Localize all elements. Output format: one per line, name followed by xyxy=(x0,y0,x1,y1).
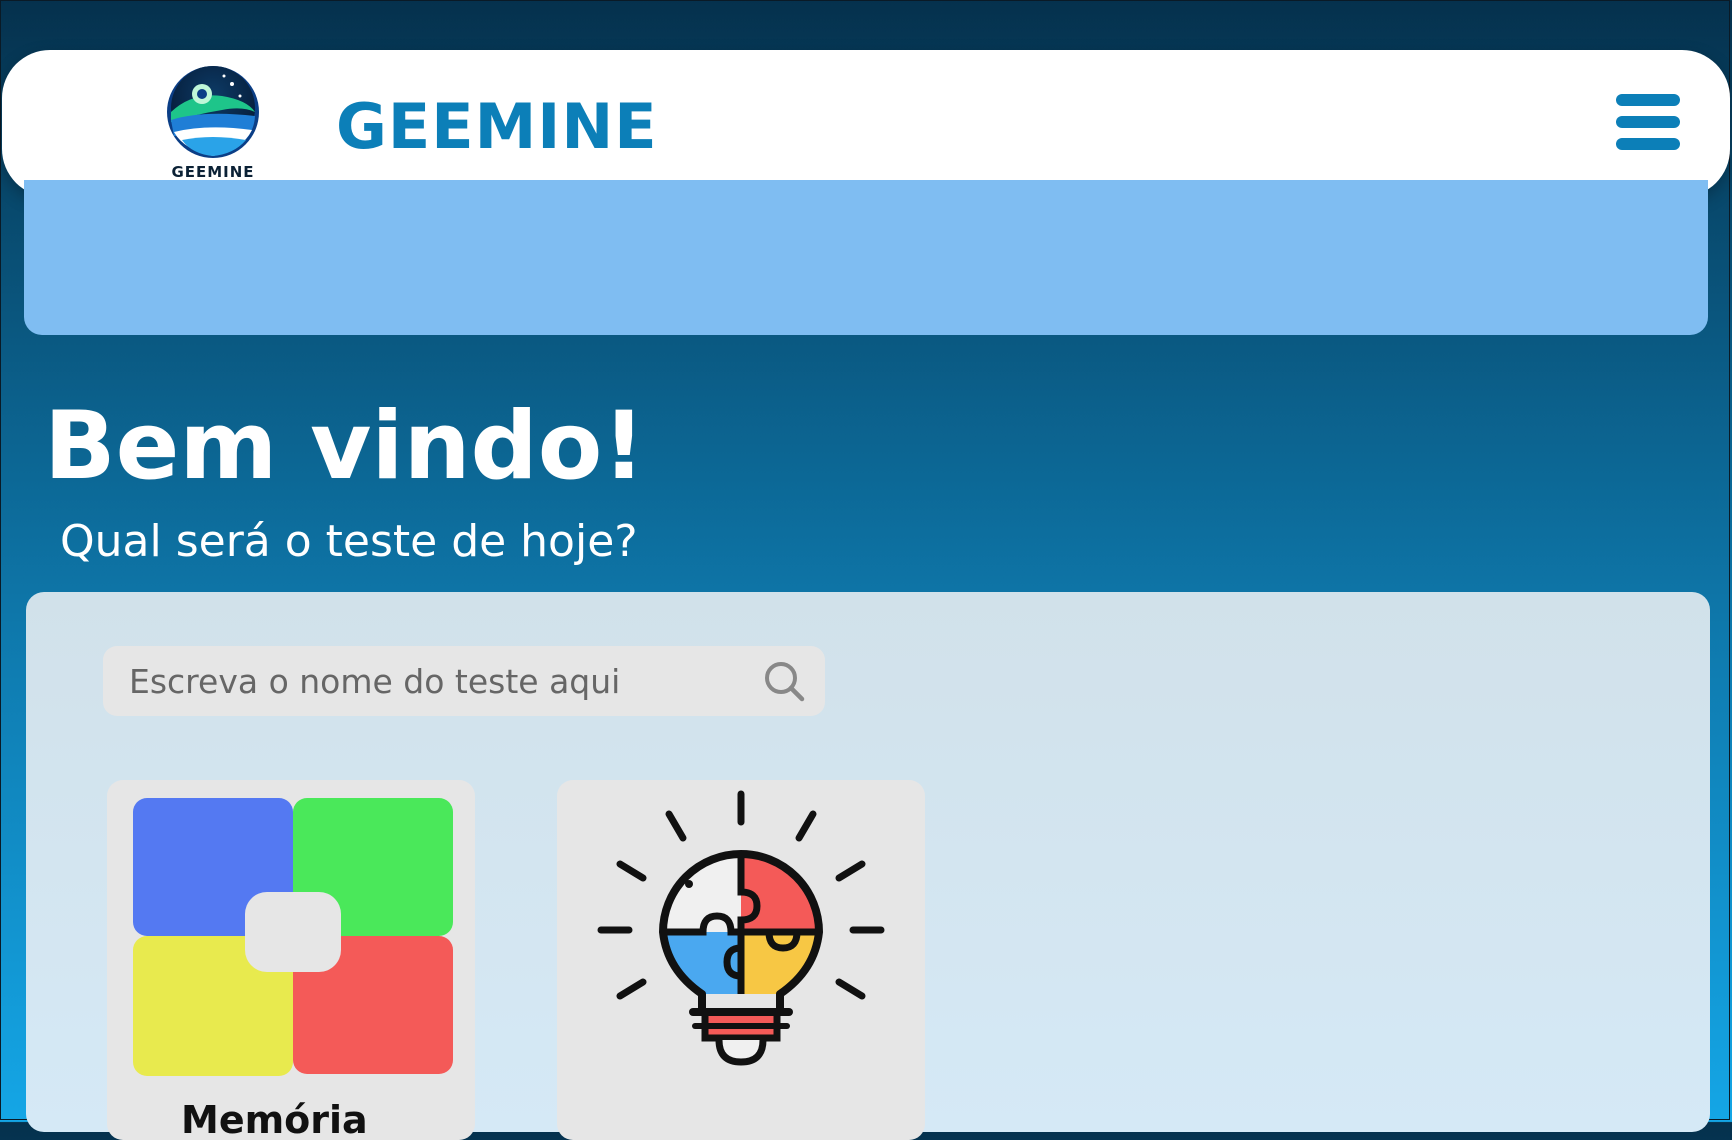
hero-banner xyxy=(24,180,1708,335)
test-card-memory[interactable]: Memória xyxy=(107,780,475,1140)
search-bar xyxy=(103,646,825,716)
color-quadrants-icon xyxy=(133,798,453,1076)
hamburger-menu-icon[interactable] xyxy=(1616,94,1680,150)
test-card-logic[interactable] xyxy=(557,780,925,1140)
geemine-logo[interactable]: GEEMINE xyxy=(162,62,264,182)
top-navbar: GEEMINE GEEMINE xyxy=(2,50,1730,197)
search-input[interactable] xyxy=(103,646,743,716)
lightbulb-puzzle-icon xyxy=(597,790,885,1066)
tests-panel: Memória xyxy=(26,592,1710,1140)
logo-caption: GEEMINE xyxy=(171,163,255,181)
welcome-title: Bem vindo! xyxy=(44,392,646,501)
card-label: Memória xyxy=(181,1098,368,1140)
search-icon[interactable] xyxy=(761,658,807,704)
welcome-subtitle: Qual será o teste de hoje? xyxy=(60,516,638,567)
globe-logo-icon xyxy=(167,66,259,158)
brand-title[interactable]: GEEMINE xyxy=(336,90,658,163)
